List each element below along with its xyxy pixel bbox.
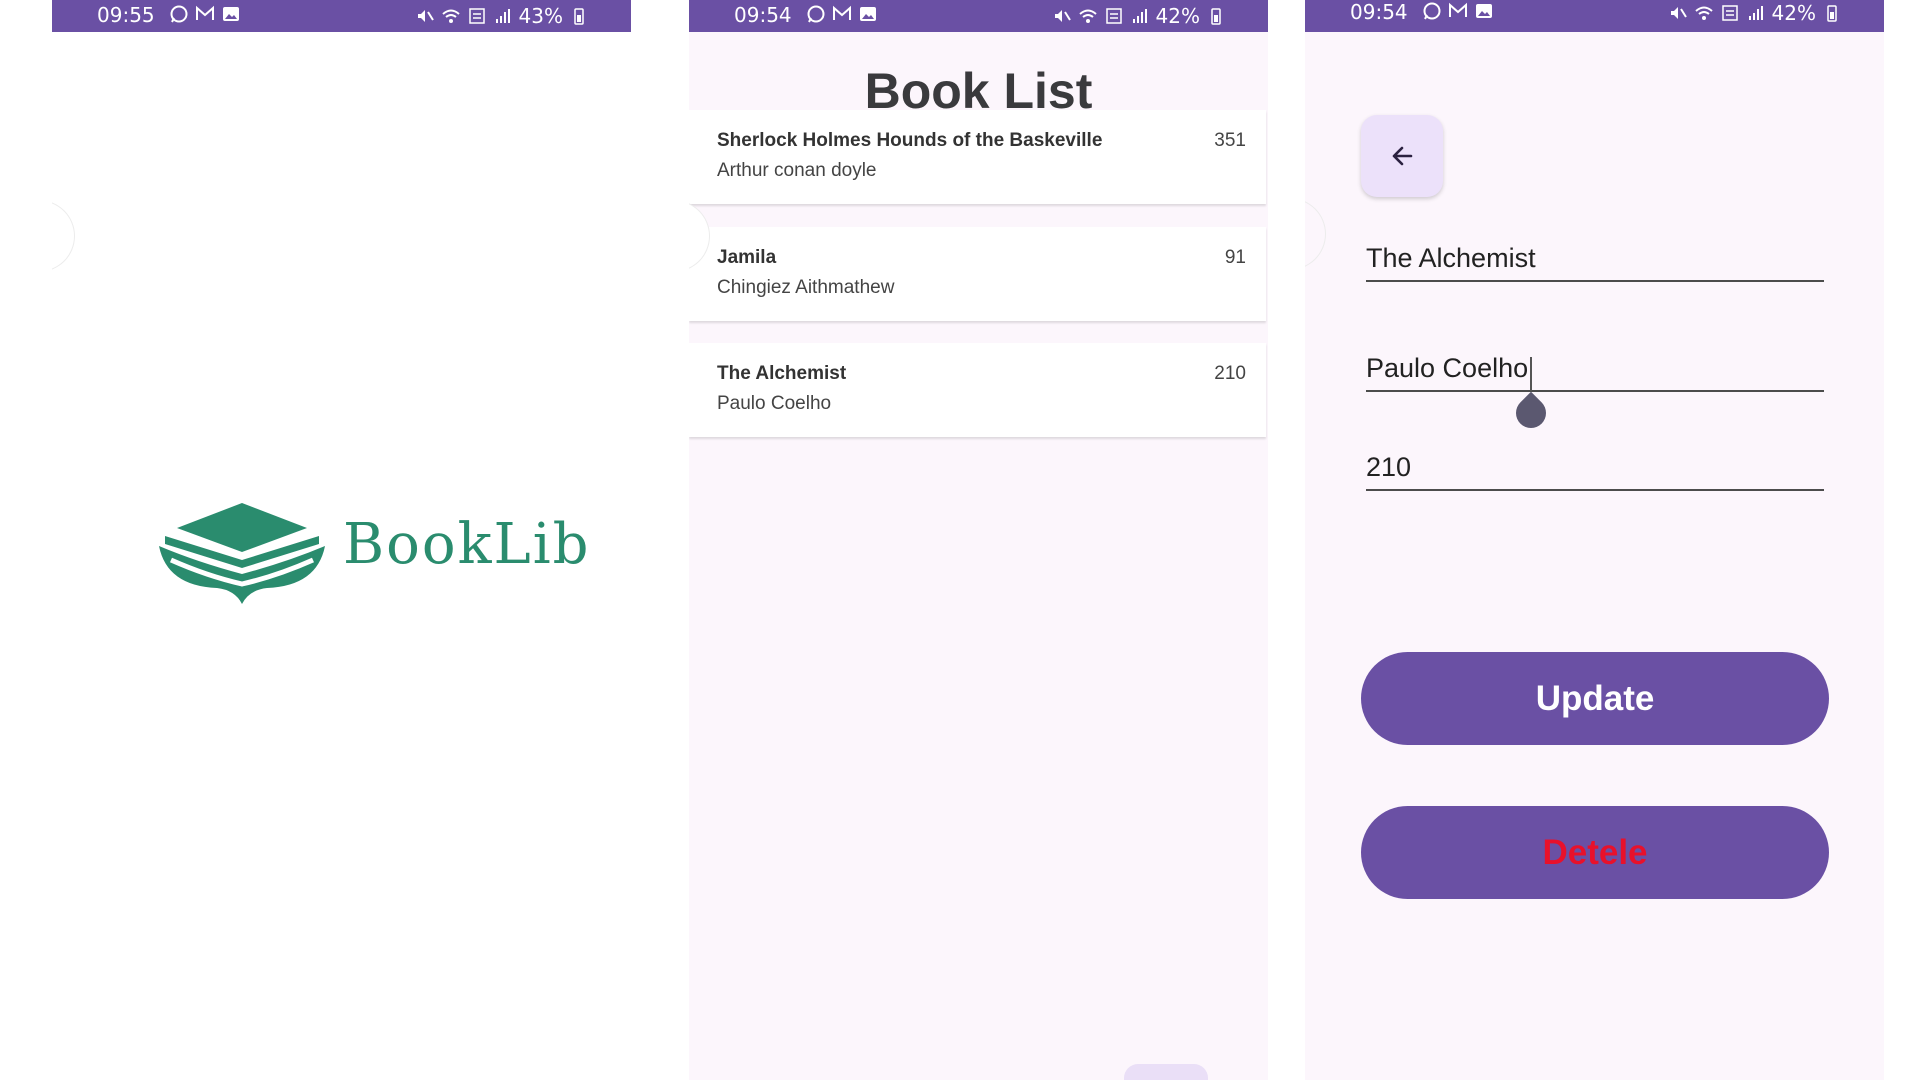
battery-percent: 42% — [1155, 4, 1200, 28]
wifi-icon — [1078, 6, 1098, 26]
pages-input[interactable] — [1366, 452, 1824, 491]
text-cursor — [1530, 357, 1532, 391]
gmail-icon — [1448, 1, 1468, 21]
book-logo-icon — [157, 500, 327, 610]
book-title: Jamila — [717, 247, 777, 268]
battery-icon — [569, 6, 589, 26]
wifi-icon — [1694, 3, 1714, 23]
arrow-left-icon — [1387, 141, 1417, 171]
whatsapp-icon — [806, 4, 826, 24]
battery-percent: 42% — [1771, 1, 1816, 25]
status-time: 09:54 — [1350, 0, 1408, 24]
app-logo: BookLib — [157, 500, 588, 610]
gmail-icon — [195, 4, 215, 24]
status-bar: 09:55 43% — [52, 0, 631, 32]
book-pages: 91 — [1224, 247, 1246, 268]
volte-icon — [467, 6, 487, 26]
book-list-item[interactable]: Jamila Chingiez Aithmathew 91 — [689, 227, 1266, 321]
delete-button[interactable]: Detele — [1361, 806, 1829, 899]
book-author: Paulo Coelho — [717, 393, 832, 414]
book-pages-field — [1366, 452, 1824, 491]
add-book-fab[interactable] — [1124, 1064, 1208, 1080]
book-author: Chingiez Aithmathew — [717, 277, 895, 298]
book-pages: 210 — [1214, 363, 1246, 384]
book-author-field — [1366, 353, 1824, 435]
status-time: 09:55 — [97, 3, 155, 27]
book-list-screen: 09:54 42% Book List Sherlock Holmes Houn… — [689, 0, 1268, 1080]
gallery-icon — [221, 4, 241, 24]
battery-icon — [1822, 3, 1842, 23]
book-title: Sherlock Holmes Hounds of the Baskeville — [717, 130, 1103, 151]
book-title-field — [1366, 243, 1824, 282]
mute-icon — [1052, 6, 1072, 26]
edge-panel-handle[interactable] — [1305, 198, 1326, 270]
battery-icon — [1206, 6, 1226, 26]
mute-icon — [415, 6, 435, 26]
update-button[interactable]: Update — [1361, 652, 1829, 745]
volte-icon — [1104, 6, 1124, 26]
edge-panel-handle[interactable] — [52, 200, 75, 272]
book-author: Arthur conan doyle — [717, 160, 877, 181]
wifi-icon — [441, 6, 461, 26]
whatsapp-icon — [169, 4, 189, 24]
signal-icon — [1130, 6, 1150, 26]
edit-book-screen: 09:54 42% Update Detele — [1305, 0, 1884, 1080]
whatsapp-icon — [1422, 1, 1442, 21]
title-input[interactable] — [1366, 243, 1824, 282]
book-title: The Alchemist — [717, 363, 847, 384]
signal-icon — [1746, 3, 1766, 23]
gallery-icon — [858, 4, 878, 24]
status-bar: 09:54 42% — [689, 0, 1268, 32]
mute-icon — [1668, 3, 1688, 23]
book-list-item[interactable]: Sherlock Holmes Hounds of the Baskeville… — [689, 110, 1266, 204]
splash-screen: 09:55 43% BookLib — [52, 0, 631, 1080]
battery-percent: 43% — [518, 4, 563, 28]
signal-icon — [493, 6, 513, 26]
gallery-icon — [1474, 1, 1494, 21]
volte-icon — [1720, 3, 1740, 23]
status-bar: 09:54 42% — [1305, 0, 1884, 32]
author-input[interactable] — [1366, 353, 1824, 392]
gmail-icon — [832, 4, 852, 24]
book-list-item[interactable]: The Alchemist Paulo Coelho 210 — [689, 343, 1266, 437]
back-button[interactable] — [1361, 115, 1443, 197]
logo-wordmark: BookLib — [343, 512, 591, 577]
status-time: 09:54 — [734, 3, 792, 27]
book-pages: 351 — [1214, 130, 1246, 151]
cursor-handle[interactable] — [1509, 391, 1553, 435]
